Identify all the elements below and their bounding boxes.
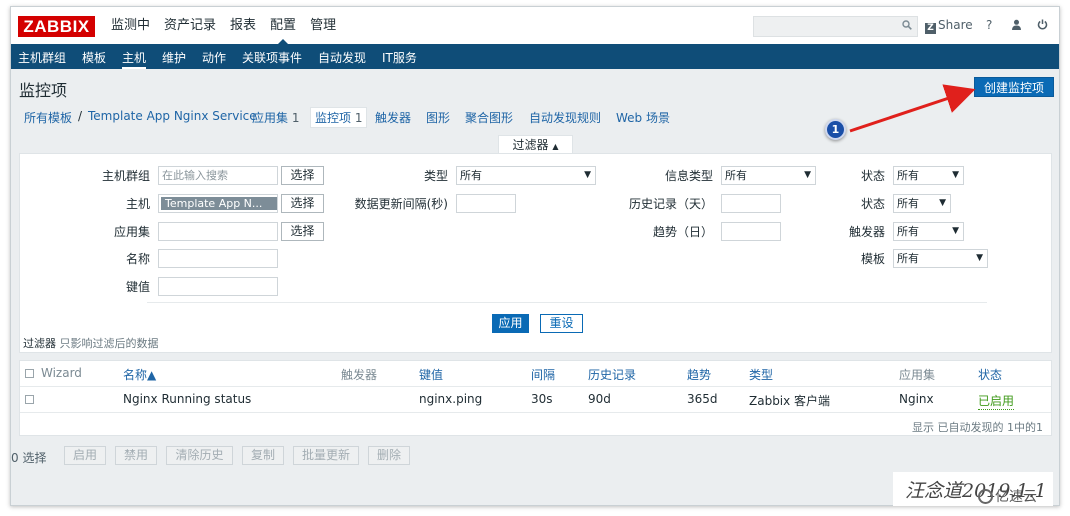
site-logo: 亿速云 — [978, 486, 1037, 506]
annotation-arrow — [849, 84, 976, 133]
step-badge: 1 — [825, 119, 846, 140]
watermark: 汪念道2019.1.1 亿速云 — [893, 472, 1053, 506]
logo-icon — [978, 489, 993, 504]
